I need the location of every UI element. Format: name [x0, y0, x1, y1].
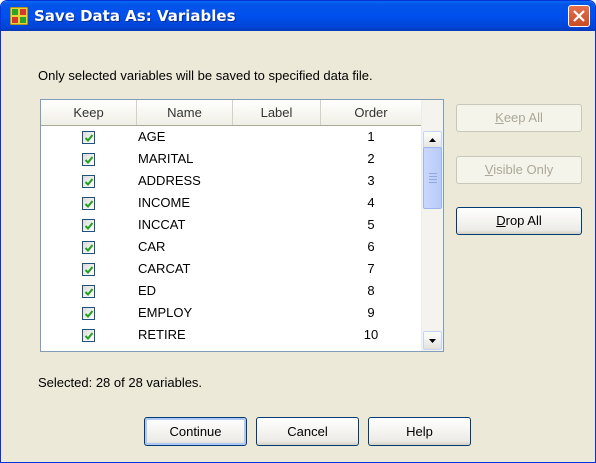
drop-all-accel: D: [496, 213, 506, 228]
variable-name: RETIRE: [138, 327, 186, 342]
checkmark-icon: [84, 178, 94, 186]
checkmark-icon: [84, 134, 94, 142]
app-icon: [10, 7, 28, 25]
variable-order: 9: [367, 305, 375, 320]
column-header-keep[interactable]: Keep: [41, 100, 137, 125]
column-header-label[interactable]: Label: [233, 100, 321, 125]
table-row[interactable]: MARITAL 2: [41, 148, 421, 170]
keep-all-label: eep All: [503, 110, 543, 125]
scroll-thumb[interactable]: [423, 147, 442, 209]
variable-name: CAR: [138, 239, 166, 254]
table-row[interactable]: AGE 1: [41, 126, 421, 148]
keep-checkbox[interactable]: [82, 153, 95, 166]
close-icon: [573, 10, 585, 22]
variable-name: ADDRESS: [138, 173, 201, 188]
variable-order: 5: [367, 217, 375, 232]
column-header-order[interactable]: Order: [321, 100, 421, 125]
table-header: Keep Name Label Order: [41, 100, 421, 126]
variable-name: AGE: [138, 129, 166, 144]
visible-only-button[interactable]: Visible Only: [456, 156, 582, 184]
checkmark-icon: [84, 222, 94, 230]
keep-checkbox[interactable]: [82, 285, 95, 298]
keep-checkbox[interactable]: [82, 197, 95, 210]
variable-order: 7: [367, 261, 375, 276]
keep-checkbox[interactable]: [82, 329, 95, 342]
drop-all-label: rop All: [505, 213, 542, 228]
variable-order: 6: [367, 239, 375, 254]
variable-name: EMPLOY: [138, 305, 193, 320]
variable-order: 3: [367, 173, 375, 188]
table-row[interactable]: ADDRESS 3: [41, 170, 421, 192]
close-button[interactable]: [568, 5, 590, 27]
table-row[interactable]: CAR 6: [41, 236, 421, 258]
table-row[interactable]: INCCAT 5: [41, 214, 421, 236]
table-row[interactable]: ED 8: [41, 280, 421, 302]
variable-order: 8: [367, 283, 375, 298]
selection-status: Selected: 28 of 28 variables.: [38, 375, 203, 390]
keep-checkbox[interactable]: [82, 307, 95, 320]
variable-name: CARCAT: [138, 261, 191, 276]
arrow-down-icon: [429, 339, 436, 343]
checkmark-icon: [84, 332, 94, 340]
checkmark-icon: [84, 244, 94, 252]
checkmark-icon: [84, 156, 94, 164]
table-row[interactable]: RETIRE 10: [41, 324, 421, 346]
visible-only-label: isible Only: [493, 162, 554, 177]
variable-order: 4: [367, 195, 375, 210]
table-row[interactable]: CARCAT 7: [41, 258, 421, 280]
vertical-scrollbar[interactable]: [421, 100, 443, 351]
visible-only-accel: V: [484, 162, 494, 177]
keep-checkbox[interactable]: [82, 241, 95, 254]
keep-all-button[interactable]: Keep All: [456, 104, 582, 132]
keep-checkbox[interactable]: [82, 175, 95, 188]
continue-button[interactable]: Continue: [144, 417, 247, 446]
checkmark-icon: [84, 200, 94, 208]
save-data-dialog: Save Data As: Variables Only selected va…: [0, 0, 596, 463]
checkmark-icon: [84, 288, 94, 296]
instruction-text: Only selected variables will be saved to…: [38, 68, 373, 83]
table-row[interactable]: INCOME 4: [41, 192, 421, 214]
help-button[interactable]: Help: [368, 417, 471, 446]
variable-name: INCCAT: [138, 217, 186, 232]
variable-order: 1: [367, 129, 375, 144]
column-header-name[interactable]: Name: [137, 100, 233, 125]
keep-checkbox[interactable]: [82, 263, 95, 276]
keep-checkbox[interactable]: [82, 131, 95, 144]
variable-name: INCOME: [138, 195, 190, 210]
variable-name: ED: [138, 283, 157, 298]
table-row[interactable]: EMPLOY 9: [41, 302, 421, 324]
checkmark-icon: [84, 266, 94, 274]
drop-all-button[interactable]: Drop All: [456, 207, 582, 235]
cancel-button[interactable]: Cancel: [256, 417, 359, 446]
scroll-down-button[interactable]: [423, 331, 442, 350]
window-title: Save Data As: Variables: [34, 7, 236, 25]
keep-all-accel: K: [495, 110, 504, 125]
variable-name: MARITAL: [138, 151, 194, 166]
variable-order: 2: [367, 151, 375, 166]
variable-order: 10: [363, 327, 379, 342]
checkmark-icon: [84, 310, 94, 318]
title-bar[interactable]: Save Data As: Variables: [1, 1, 595, 31]
keep-checkbox[interactable]: [82, 219, 95, 232]
variables-table: Keep Name Label Order AGE 1 MARITAL 2 ADDRES…: [40, 99, 444, 352]
